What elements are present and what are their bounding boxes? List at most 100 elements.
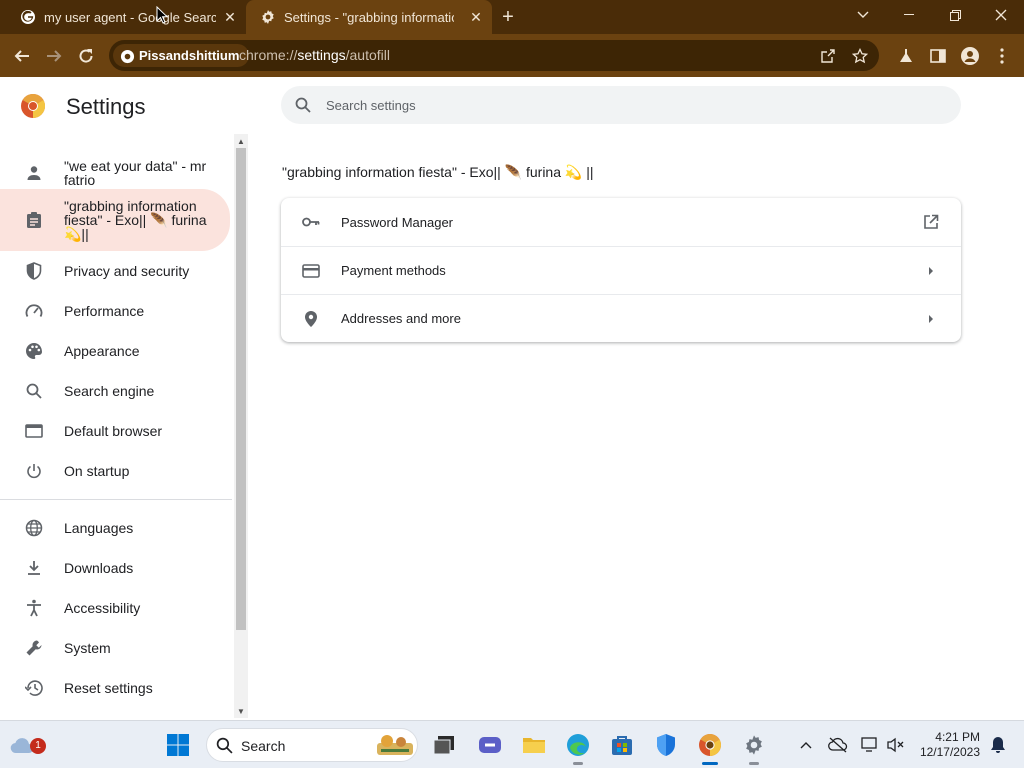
settings-icon[interactable]: [740, 731, 768, 765]
windows-taskbar: 1 Search 4:21 PM 12/17/2023: [0, 720, 1024, 768]
chrome-logo-icon: [21, 93, 46, 118]
search-input[interactable]: [326, 95, 926, 115]
sidebar-item-label: Downloads: [64, 560, 134, 576]
addresses-row[interactable]: Addresses and more: [281, 294, 961, 342]
task-view-icon[interactable]: [430, 731, 458, 759]
onedrive-offline-icon[interactable]: [824, 731, 852, 759]
browser-window-icon: [24, 421, 44, 441]
page-title: Settings: [66, 94, 146, 119]
start-icon[interactable]: [164, 731, 192, 759]
sidebar-scrollbar[interactable]: ▲ ▼: [234, 134, 248, 718]
folder-icon[interactable]: [520, 731, 548, 759]
open-external-icon[interactable]: [921, 212, 941, 232]
forward-button[interactable]: [40, 42, 68, 70]
person-icon: [24, 163, 44, 183]
back-button[interactable]: [8, 42, 36, 70]
close-tab-icon[interactable]: ✕: [468, 9, 484, 25]
tab-google-search[interactable]: my user agent - Google Search ✕: [0, 0, 246, 34]
close-tab-icon[interactable]: ✕: [222, 9, 238, 25]
experiments-flask-icon[interactable]: [892, 42, 920, 70]
minimize-icon[interactable]: [886, 0, 932, 30]
speedometer-icon: [24, 301, 44, 321]
show-hidden-icons-chevron-icon[interactable]: [792, 731, 820, 759]
system-clock[interactable]: 4:21 PM 12/17/2023: [912, 730, 980, 760]
search-settings-box[interactable]: [281, 86, 961, 124]
weather-widget-icon[interactable]: 1: [8, 731, 46, 759]
chrome-icon: [120, 48, 135, 71]
sidebar-item-accessibility[interactable]: Accessibility: [0, 588, 230, 628]
tab-settings[interactable]: Settings - "grabbing information fiesta"…: [246, 0, 492, 34]
volume-muted-icon[interactable]: [882, 731, 910, 759]
sidebar-item-label: Appearance: [64, 343, 140, 359]
notification-bell-icon[interactable]: [984, 731, 1012, 759]
sidebar-item-system[interactable]: System: [0, 628, 230, 668]
sidebar-item-search-engine[interactable]: Search engine: [0, 371, 230, 411]
sidebar-item-reset-settings[interactable]: Reset settings: [0, 668, 230, 708]
sidebar-item-appearance[interactable]: Appearance: [0, 331, 230, 371]
taskbar-search-box[interactable]: Search: [206, 728, 418, 762]
taskbar-search-label: Search: [241, 738, 286, 754]
store-icon[interactable]: [608, 731, 636, 759]
scrollbar-thumb[interactable]: [236, 148, 246, 630]
password-manager-row[interactable]: Password Manager: [281, 198, 961, 246]
sidebar-item-privacy[interactable]: Privacy and security: [0, 251, 230, 291]
sidebar-item-default-browser[interactable]: Default browser: [0, 411, 230, 451]
section-title: "grabbing information fiesta" - Exo|| 🪶 …: [282, 164, 594, 180]
profile-avatar-icon[interactable]: [956, 42, 984, 70]
row-label: Payment methods: [341, 263, 446, 278]
bookmark-star-icon[interactable]: [849, 45, 871, 67]
meet-icon[interactable]: [476, 731, 504, 759]
sidebar-item-languages[interactable]: Languages: [0, 508, 230, 548]
sidebar-item-downloads[interactable]: Downloads: [0, 548, 230, 588]
sidebar-item-label: Reset settings: [64, 680, 153, 696]
defender-icon[interactable]: [652, 731, 680, 759]
payment-methods-row[interactable]: Payment methods: [281, 246, 961, 294]
sidebar-item-label: "we eat your data" - mr fatrio: [64, 158, 207, 188]
wrench-icon: [24, 638, 44, 658]
clock-time: 4:21 PM: [935, 730, 980, 744]
mouse-cursor-icon: [156, 5, 169, 29]
sidebar-divider: [0, 499, 232, 500]
network-icon[interactable]: [856, 731, 884, 759]
new-tab-button[interactable]: +: [498, 7, 518, 27]
power-icon: [24, 461, 44, 481]
url-path: /autofill: [345, 47, 390, 63]
edge-icon[interactable]: [564, 731, 592, 765]
tab-strip: my user agent - Google Search ✕ Settings…: [0, 0, 1024, 34]
share-icon[interactable]: [817, 45, 839, 67]
chrome-icon[interactable]: [696, 731, 724, 765]
restore-icon[interactable]: [932, 0, 978, 30]
profile-chip-label: Pissandshittium: [139, 48, 240, 63]
address-bar[interactable]: Pissandshittium chrome://settings/autofi…: [109, 40, 879, 71]
sidebar-item-label: Search engine: [64, 383, 155, 399]
sidebar-item-label: Languages: [64, 520, 134, 536]
scroll-down-arrow-icon[interactable]: ▼: [237, 707, 245, 716]
url-text[interactable]: chrome://settings/autofill: [239, 47, 390, 63]
shield-icon: [24, 261, 44, 281]
more-menu-icon[interactable]: [988, 42, 1016, 70]
tab-title: Settings - "grabbing information fiesta"…: [284, 9, 454, 25]
sidebar-item-on-startup[interactable]: On startup: [0, 451, 230, 491]
clipboard-icon: [24, 210, 44, 230]
accessibility-icon: [24, 598, 44, 618]
settings-sidebar: "we eat your data" - mr fatrio "grabbing…: [0, 134, 234, 718]
side-panel-icon[interactable]: [924, 42, 952, 70]
sidebar-item-label: Performance: [64, 303, 145, 319]
sidebar-item-autofill[interactable]: "grabbing information fiesta" - Exo|| 🪶 …: [0, 189, 230, 251]
reload-button[interactable]: [72, 42, 100, 70]
tab-search-chevron-icon[interactable]: [840, 0, 886, 30]
notification-badge: 1: [30, 738, 46, 754]
running-indicator: [749, 762, 759, 765]
scroll-up-arrow-icon[interactable]: ▲: [237, 137, 245, 146]
profile-chip[interactable]: Pissandshittium: [113, 44, 250, 67]
sidebar-item-performance[interactable]: Performance: [0, 291, 230, 331]
running-indicator: [702, 762, 718, 765]
history-icon: [24, 678, 44, 698]
arrow-right-icon[interactable]: [921, 309, 941, 329]
sidebar-item-label: Privacy and security: [64, 263, 190, 279]
google-icon: [20, 9, 36, 25]
close-window-icon[interactable]: [978, 0, 1024, 30]
arrow-right-icon[interactable]: [921, 261, 941, 281]
sidebar-item-label: Default browser: [64, 423, 163, 439]
palette-icon: [24, 341, 44, 361]
